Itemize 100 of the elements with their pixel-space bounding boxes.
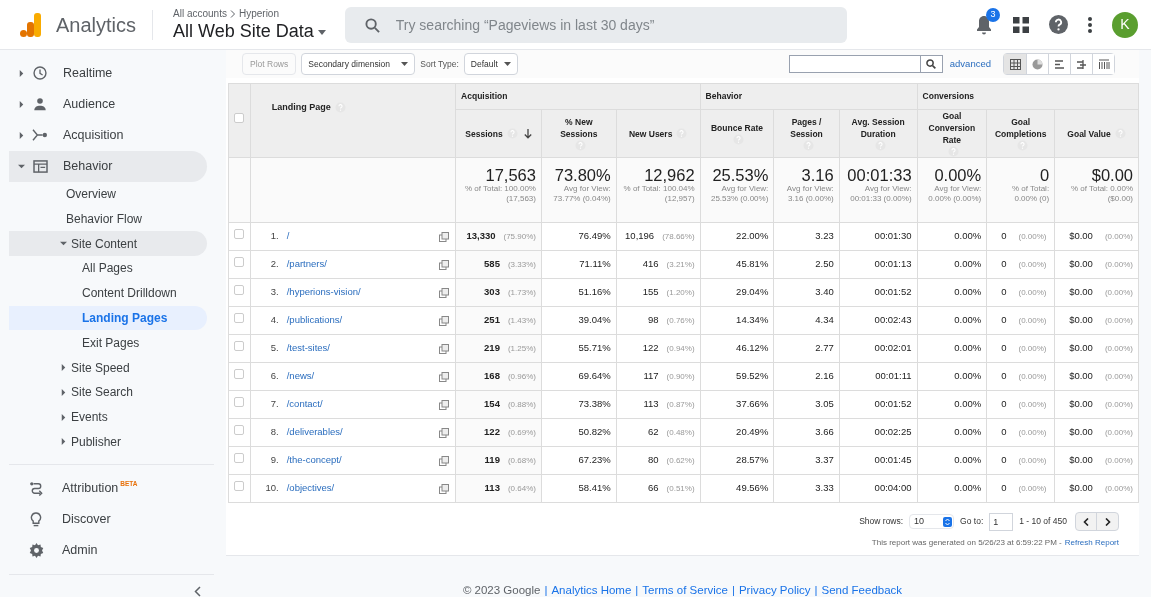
landing-page-link[interactable]: /contact/ xyxy=(286,397,323,412)
column-header[interactable]: New Users xyxy=(628,127,688,140)
nav-item[interactable]: Content Drilldown xyxy=(9,280,207,306)
nav-item[interactable]: All Pages xyxy=(9,256,207,281)
open-page-icon[interactable] xyxy=(439,259,450,270)
open-page-icon[interactable] xyxy=(439,399,450,410)
caret-right-icon[interactable] xyxy=(18,69,25,77)
row-checkbox[interactable] xyxy=(234,369,245,380)
landing-page-link[interactable]: /objectives/ xyxy=(286,481,335,496)
table-cell: $0.00 xyxy=(1069,258,1093,270)
open-page-icon[interactable] xyxy=(439,455,450,466)
row-checkbox[interactable] xyxy=(234,425,245,436)
sort-type-label: Sort Type: xyxy=(420,57,459,71)
view-toggle-button[interactable] xyxy=(1048,54,1070,74)
footer-link[interactable]: Analytics Home xyxy=(551,582,632,597)
open-page-icon[interactable] xyxy=(439,231,450,242)
nav-item[interactable]: Behavior xyxy=(9,150,207,182)
go-to-field[interactable]: 1 xyxy=(989,512,1014,531)
landing-page-link[interactable]: /publications/ xyxy=(286,313,343,328)
column-header[interactable]: Landing Page xyxy=(271,100,346,115)
nav-item[interactable]: Landing Pages xyxy=(9,305,207,331)
sort-type-dropdown[interactable]: Default xyxy=(463,53,518,75)
view-toggle-button[interactable] xyxy=(1070,54,1092,74)
caret-right-icon[interactable] xyxy=(18,131,25,139)
landing-page-link[interactable]: /deliverables/ xyxy=(286,425,343,440)
caret-right-icon[interactable] xyxy=(60,438,67,446)
landing-page-link[interactable]: /the-concept/ xyxy=(286,453,342,468)
show-rows-select[interactable]: 10 xyxy=(909,514,955,529)
chevron-right-icon xyxy=(229,9,236,18)
search-field[interactable]: Try searching “Pageviews in last 30 days” xyxy=(344,6,847,43)
view-toggle-button[interactable] xyxy=(1092,54,1114,74)
cell-percentage: (0.00%) xyxy=(1104,456,1133,466)
row-checkbox[interactable] xyxy=(234,397,245,408)
search-button[interactable] xyxy=(920,55,943,73)
total-note: Avg for View: 0.00% (0.00%) xyxy=(927,184,982,204)
nav-item[interactable]: Acquisition xyxy=(9,119,207,151)
landing-page-link[interactable]: / xyxy=(286,229,290,244)
path-arrows-icon xyxy=(28,481,44,497)
row-checkbox[interactable] xyxy=(234,481,245,492)
caret-down-icon[interactable] xyxy=(18,162,25,170)
caret-right-icon[interactable] xyxy=(60,413,67,421)
nav-item[interactable]: Events xyxy=(9,404,207,430)
caret-down-icon[interactable] xyxy=(60,240,67,248)
row-checkbox[interactable] xyxy=(234,313,245,324)
nav-item[interactable]: Behavior Flow xyxy=(9,206,207,232)
row-checkbox[interactable] xyxy=(234,229,245,240)
caret-down-icon[interactable] xyxy=(317,30,326,35)
footer-link[interactable]: Terms of Service xyxy=(642,582,728,597)
report-generated-text: This report was generated on 5/26/23 at 6:59:22 PM - xyxy=(871,537,1062,549)
landing-page-link[interactable]: /hyperions-vision/ xyxy=(286,285,361,300)
advanced-link[interactable]: advanced xyxy=(949,56,991,72)
nav-item[interactable]: Publisher xyxy=(9,429,207,455)
row-range: 1 - 10 of 450 xyxy=(1019,515,1067,528)
open-page-icon[interactable] xyxy=(439,371,450,382)
view-toggle-button[interactable] xyxy=(1004,54,1026,74)
open-page-icon[interactable] xyxy=(439,287,450,298)
apps-grid-icon[interactable] xyxy=(1013,16,1029,33)
column-header[interactable]: Goal Value xyxy=(1067,127,1126,140)
collapse-icon[interactable] xyxy=(194,586,201,597)
nav-item[interactable]: Site Speed xyxy=(9,355,207,380)
open-page-icon[interactable] xyxy=(439,343,450,354)
view-switcher[interactable] xyxy=(1003,53,1115,75)
nav-item[interactable]: Overview xyxy=(9,181,207,207)
landing-page-link[interactable]: /test-sites/ xyxy=(286,341,330,356)
cell-percentage: (0.00%) xyxy=(1104,372,1133,382)
footer-link[interactable]: Send Feedback xyxy=(821,582,903,597)
nav-item[interactable]: Realtime xyxy=(9,58,207,89)
property-selector[interactable]: All Web Site Data xyxy=(173,19,326,42)
total-value: 0.00% xyxy=(933,166,982,184)
nav-item[interactable]: Exit Pages xyxy=(9,330,207,356)
notifications-icon[interactable] xyxy=(975,14,993,35)
open-page-icon[interactable] xyxy=(439,427,450,438)
table-search-field[interactable] xyxy=(788,55,921,73)
caret-right-icon[interactable] xyxy=(60,388,67,396)
footer-link[interactable]: Privacy Policy xyxy=(738,582,811,597)
caret-right-icon[interactable] xyxy=(60,364,67,372)
nav-item[interactable]: Site Content xyxy=(9,231,207,257)
view-toggle-button[interactable] xyxy=(1026,54,1048,74)
breadcrumb-link[interactable]: Hyperion xyxy=(238,7,279,20)
nav-item[interactable]: Site Search xyxy=(9,379,207,405)
row-checkbox[interactable] xyxy=(234,257,245,268)
caret-right-icon[interactable] xyxy=(18,100,25,108)
row-checkbox[interactable] xyxy=(234,113,245,124)
secondary-dimension-dropdown[interactable]: Secondary dimension xyxy=(301,53,416,75)
nav-item[interactable]: Admin xyxy=(9,535,207,567)
help-icon[interactable] xyxy=(1049,15,1068,34)
refresh-report-link[interactable]: Refresh Report xyxy=(1064,537,1119,549)
sort-arrow-icon[interactable] xyxy=(523,128,532,139)
nav-item[interactable]: Audience xyxy=(9,88,207,120)
open-page-icon[interactable] xyxy=(439,315,450,326)
more-options-icon[interactable] xyxy=(1088,16,1092,33)
row-checkbox[interactable] xyxy=(234,453,245,464)
landing-page-link[interactable]: /partners/ xyxy=(286,257,327,272)
landing-page-link[interactable]: /news/ xyxy=(286,369,315,384)
row-checkbox[interactable] xyxy=(234,285,245,296)
nav-item[interactable]: Discover xyxy=(9,504,207,536)
separator: | xyxy=(635,583,639,597)
row-checkbox[interactable] xyxy=(234,341,245,352)
breadcrumb-link[interactable]: All accounts xyxy=(173,7,227,20)
open-page-icon[interactable] xyxy=(439,483,450,494)
